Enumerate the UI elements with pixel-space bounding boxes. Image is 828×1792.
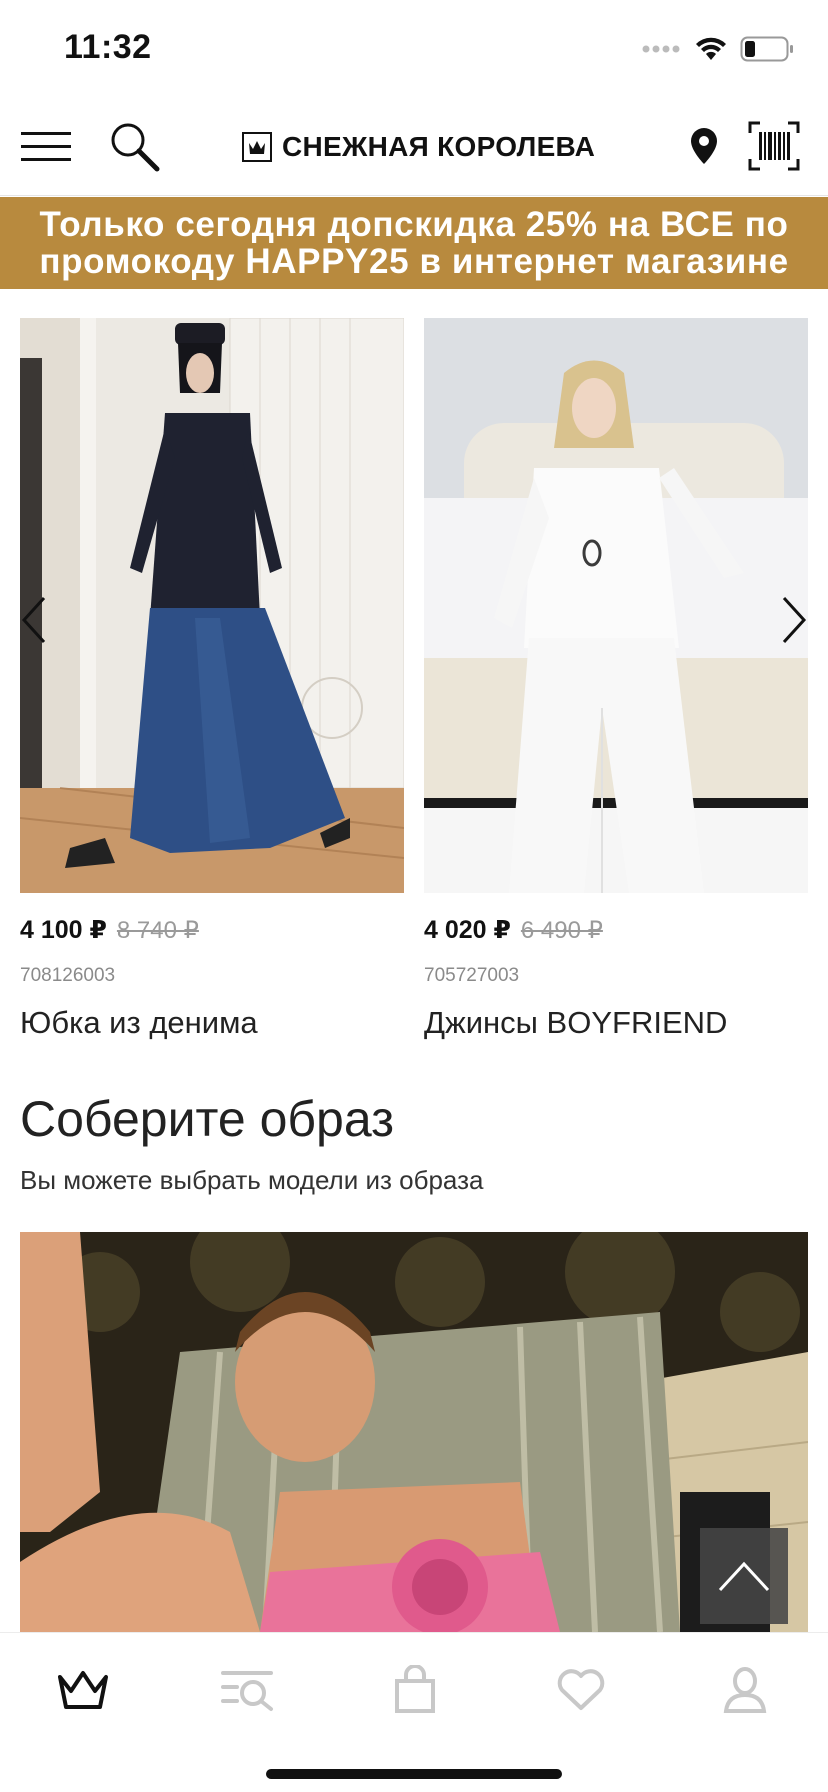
price-old: 6 490 ₽: [520, 917, 603, 944]
brand-logo[interactable]: СНЕЖНАЯ КОРОЛЕВА: [242, 126, 595, 168]
chevron-left-icon: [21, 596, 46, 644]
shopping-bag-icon: [395, 1665, 435, 1713]
status-icons: [642, 32, 794, 66]
product-sku: 708126003: [20, 965, 116, 986]
barcode-scan-button[interactable]: [744, 116, 804, 176]
app-header: СНЕЖНАЯ КОРОЛЕВА: [0, 96, 828, 196]
look-image[interactable]: [20, 1232, 808, 1632]
carousel-next-button[interactable]: [774, 590, 814, 650]
catalog-search-icon: [221, 1671, 273, 1711]
promo-line-1: Только сегодня допскидка 25% на ВСЕ по: [39, 205, 789, 244]
product-image[interactable]: [20, 318, 404, 893]
bottom-tab-bar: [0, 1632, 828, 1792]
tab-home[interactable]: [48, 1655, 118, 1725]
look-photo: [20, 1232, 808, 1632]
product-photo-denim-skirt: [20, 318, 404, 893]
heart-icon: [557, 1669, 605, 1710]
scroll-to-top-button[interactable]: [700, 1528, 788, 1624]
section-title: Соберите образ: [20, 1091, 394, 1147]
location-pin-icon: [691, 128, 717, 164]
product-card[interactable]: 4 020 ₽ 6 490 ₽ 705727003 Джинсы BOYFRIE…: [424, 318, 808, 1041]
price-row: 4 100 ₽ 8 740 ₽: [20, 915, 404, 951]
signal-icon: [642, 45, 680, 53]
product-image[interactable]: [424, 318, 808, 893]
price-current: 4 020 ₽: [424, 916, 511, 944]
battery-icon: [740, 36, 793, 62]
section-subtitle: Вы можете выбрать модели из образа: [20, 1165, 484, 1195]
product-name[interactable]: Юбка из денима: [20, 1005, 404, 1041]
search-button[interactable]: [104, 116, 164, 176]
crown-logo-icon: [242, 132, 272, 162]
menu-icon: [21, 132, 71, 161]
carousel-prev-button[interactable]: [14, 590, 54, 650]
barcode-icon: [748, 121, 800, 171]
brand-name: СНЕЖНАЯ КОРОЛЕВА: [282, 131, 596, 162]
home-indicator: [266, 1769, 562, 1779]
status-time: 11:32: [64, 28, 152, 66]
product-card[interactable]: 4 100 ₽ 8 740 ₽ 708126003 Юбка из денима: [20, 318, 404, 1041]
wifi-icon: [696, 37, 726, 60]
status-bar: 11:32: [0, 0, 828, 96]
promo-banner[interactable]: Только сегодня допскидка 25% на ВСЕ по п…: [0, 197, 828, 289]
product-name[interactable]: Джинсы BOYFRIEND: [424, 1005, 808, 1041]
price-current: 4 100 ₽: [20, 916, 107, 944]
tab-cart[interactable]: [380, 1655, 450, 1725]
tab-profile[interactable]: [710, 1655, 780, 1725]
price-old: 8 740 ₽: [116, 917, 199, 944]
store-locator-button[interactable]: [674, 116, 734, 176]
chevron-up-icon: [718, 1561, 770, 1592]
tab-catalog[interactable]: [212, 1655, 282, 1725]
menu-button[interactable]: [16, 116, 76, 176]
tab-favorites[interactable]: [546, 1655, 616, 1725]
product-sku: 705727003: [424, 965, 520, 986]
search-icon: [111, 123, 160, 172]
crown-icon: [58, 1671, 108, 1709]
chevron-right-icon: [782, 596, 807, 644]
product-photo-white-jeans: [424, 318, 808, 893]
user-icon: [723, 1667, 767, 1713]
promo-line-2: промокоду HAPPY25 в интернет магазине: [39, 242, 789, 281]
price-row: 4 020 ₽ 6 490 ₽: [424, 915, 808, 951]
